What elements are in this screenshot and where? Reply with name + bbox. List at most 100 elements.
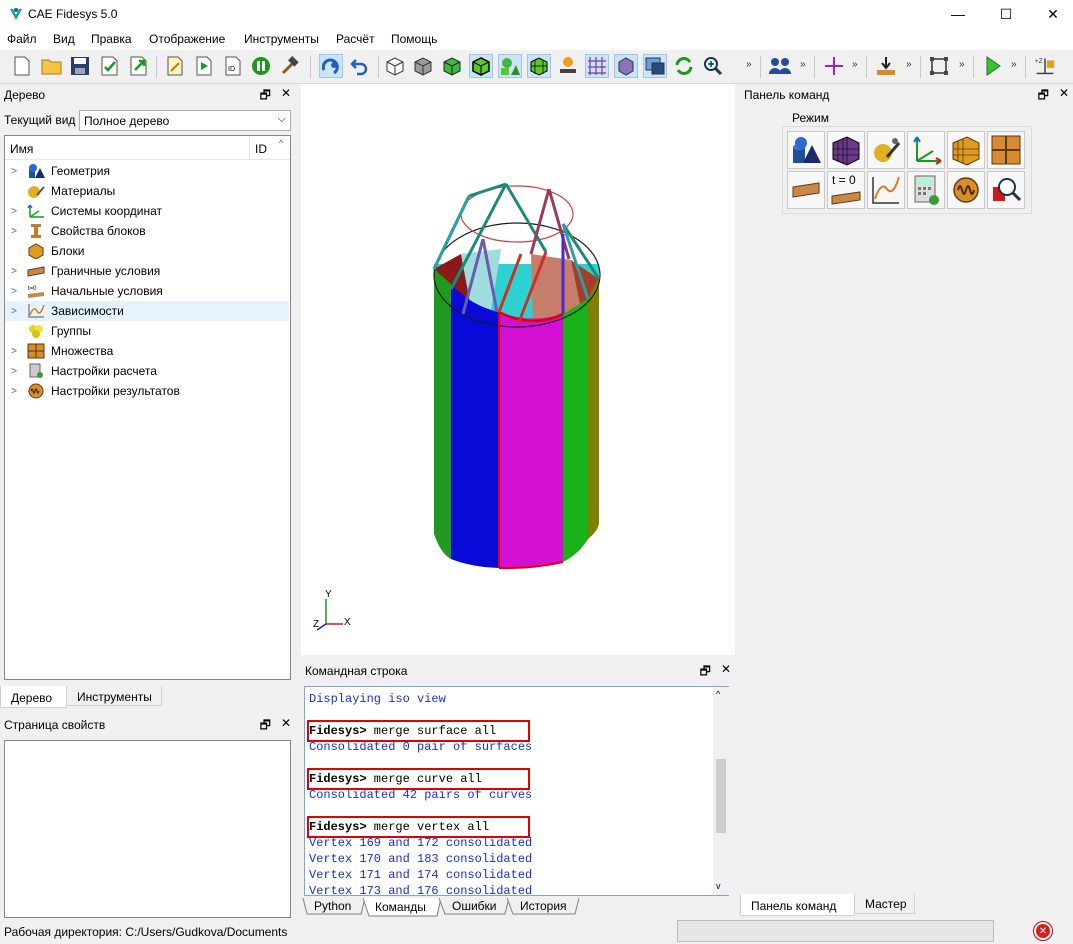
shaded-cube-icon[interactable] — [440, 54, 464, 78]
groups-people-icon[interactable] — [768, 54, 792, 78]
crosshair-icon[interactable] — [822, 54, 846, 78]
mode-results-icon[interactable] — [947, 171, 985, 209]
bounding-box-icon[interactable] — [927, 54, 951, 78]
float-icon[interactable]: 🗗 — [700, 662, 711, 683]
window-view-icon[interactable] — [643, 54, 667, 78]
mode-calculation-icon[interactable] — [907, 171, 945, 209]
chevron-right-icon[interactable]: > — [5, 366, 23, 377]
menu-help[interactable]: Помощь — [391, 32, 437, 46]
axes-grid-icon[interactable] — [585, 54, 609, 78]
toolbar-more-1[interactable]: » — [746, 59, 752, 70]
chevron-right-icon[interactable]: > — [5, 226, 23, 237]
new-file-icon[interactable] — [10, 54, 34, 78]
tree-col-id[interactable]: ID — [255, 142, 267, 156]
zoom-icon[interactable] — [701, 54, 725, 78]
mode-geometry-icon[interactable] — [787, 131, 825, 169]
hidden-line-cube-icon[interactable] — [411, 54, 435, 78]
chevron-right-icon[interactable]: > — [5, 306, 23, 317]
tab-history[interactable]: История — [520, 899, 567, 913]
view-select[interactable]: Полное дерево ⌵ — [79, 110, 291, 131]
tree-item[interactable]: Материалы — [5, 181, 289, 201]
import-icon[interactable] — [98, 54, 122, 78]
run-play-icon[interactable] — [981, 54, 1005, 78]
scroll-down-icon[interactable]: v — [716, 881, 721, 891]
run-journal-icon[interactable] — [192, 54, 216, 78]
refresh-icon[interactable] — [672, 54, 696, 78]
tree-item[interactable]: > Множества — [5, 341, 289, 361]
chevron-right-icon[interactable]: > — [5, 266, 23, 277]
tree-item[interactable]: > t=0 Начальные условия — [5, 281, 289, 301]
wireframe-cube-icon[interactable] — [383, 54, 407, 78]
shapes-icon[interactable] — [498, 54, 522, 78]
menu-edit[interactable]: Правка — [91, 32, 132, 46]
float-icon[interactable]: 🗗 — [260, 716, 271, 737]
toolbar-more-3[interactable]: » — [852, 59, 858, 70]
chevron-right-icon[interactable]: > — [5, 206, 23, 217]
error-indicator-icon[interactable]: ✕ — [1034, 922, 1052, 940]
coordinate-axes-icon[interactable]: +Z — [1033, 54, 1057, 78]
close-icon[interactable]: ✕ — [281, 716, 291, 737]
mesh-cube-icon[interactable] — [527, 54, 551, 78]
tree-item[interactable]: > Настройки результатов — [5, 381, 289, 401]
chevron-right-icon[interactable]: > — [5, 386, 23, 397]
mode-dependencies-icon[interactable] — [867, 171, 905, 209]
undo-view-icon[interactable] — [348, 54, 372, 78]
mode-analysis-icon[interactable] — [987, 171, 1025, 209]
tree-item[interactable]: > Зависимости — [5, 301, 289, 321]
chevron-right-icon[interactable]: > — [5, 346, 23, 357]
graphics-viewport[interactable]: Y X Z — [301, 84, 735, 655]
shaded-edges-cube-icon[interactable] — [469, 54, 493, 78]
id-file-icon[interactable]: ID — [221, 54, 245, 78]
tab-commands[interactable]: Команды — [375, 900, 426, 914]
tree-item[interactable]: > Системы координат — [5, 201, 289, 221]
load-icon[interactable] — [874, 54, 898, 78]
tree-item[interactable]: Группы — [5, 321, 289, 341]
close-button[interactable]: ✕ — [1030, 0, 1073, 28]
scroll-up-icon[interactable]: ^ — [716, 689, 720, 699]
tree-item[interactable]: > Граничные условия — [5, 261, 289, 281]
toolbar-more-2[interactable]: » — [800, 59, 806, 70]
chevron-up-icon[interactable]: ^ — [279, 138, 283, 148]
mode-materials-icon[interactable] — [867, 131, 905, 169]
minimize-button[interactable]: — — [935, 0, 981, 28]
hammer-icon[interactable] — [278, 54, 302, 78]
mode-sets-icon[interactable] — [987, 131, 1025, 169]
mode-boundary-conditions-icon[interactable] — [787, 171, 825, 209]
chevron-right-icon[interactable]: > — [5, 166, 23, 177]
maximize-button[interactable]: ☐ — [983, 0, 1029, 28]
float-icon[interactable]: 🗗 — [260, 86, 271, 107]
export-icon[interactable] — [127, 54, 151, 78]
mode-mesh-icon[interactable] — [827, 131, 865, 169]
menu-view[interactable]: Вид — [53, 32, 75, 46]
menu-calculation[interactable]: Расчёт — [336, 32, 375, 46]
tree-item[interactable]: > Геометрия — [5, 161, 289, 181]
close-icon[interactable]: ✕ — [721, 662, 731, 683]
tab-python[interactable]: Python — [314, 899, 351, 913]
mode-coordinates-icon[interactable] — [907, 131, 945, 169]
mode-blocks-icon[interactable] — [947, 131, 985, 169]
open-folder-icon[interactable] — [40, 54, 64, 78]
toolbar-more-5[interactable]: » — [959, 59, 965, 70]
menu-file[interactable]: Файл — [7, 32, 37, 46]
command-output[interactable]: Displaying iso view Fidesys> merge surfac… — [304, 686, 729, 898]
toolbar-more-6[interactable]: » — [1011, 59, 1017, 70]
rotate-view-icon[interactable] — [319, 54, 343, 78]
tree-col-name[interactable]: Имя — [10, 142, 33, 156]
toolbar-more-4[interactable]: » — [906, 59, 912, 70]
tab-errors[interactable]: Ошибки — [452, 899, 497, 913]
tree-item[interactable]: Блоки — [5, 241, 289, 261]
menu-display[interactable]: Отображение — [149, 32, 225, 46]
nodes-icon[interactable] — [556, 54, 580, 78]
menu-tools[interactable]: Инструменты — [244, 32, 319, 46]
pause-icon[interactable] — [249, 54, 273, 78]
scrollbar-thumb[interactable] — [716, 759, 726, 833]
perspective-cube-icon[interactable] — [614, 54, 638, 78]
save-icon[interactable] — [68, 54, 92, 78]
chevron-right-icon[interactable]: > — [5, 286, 23, 297]
close-icon[interactable]: ✕ — [281, 86, 291, 107]
tree-item[interactable]: > Настройки расчета — [5, 361, 289, 381]
scrollbar[interactable]: ^ v — [713, 687, 729, 895]
tree-item[interactable]: > Свойства блоков — [5, 221, 289, 241]
mode-initial-conditions-icon[interactable]: t = 0 — [827, 171, 865, 209]
edit-journal-icon[interactable] — [163, 54, 187, 78]
